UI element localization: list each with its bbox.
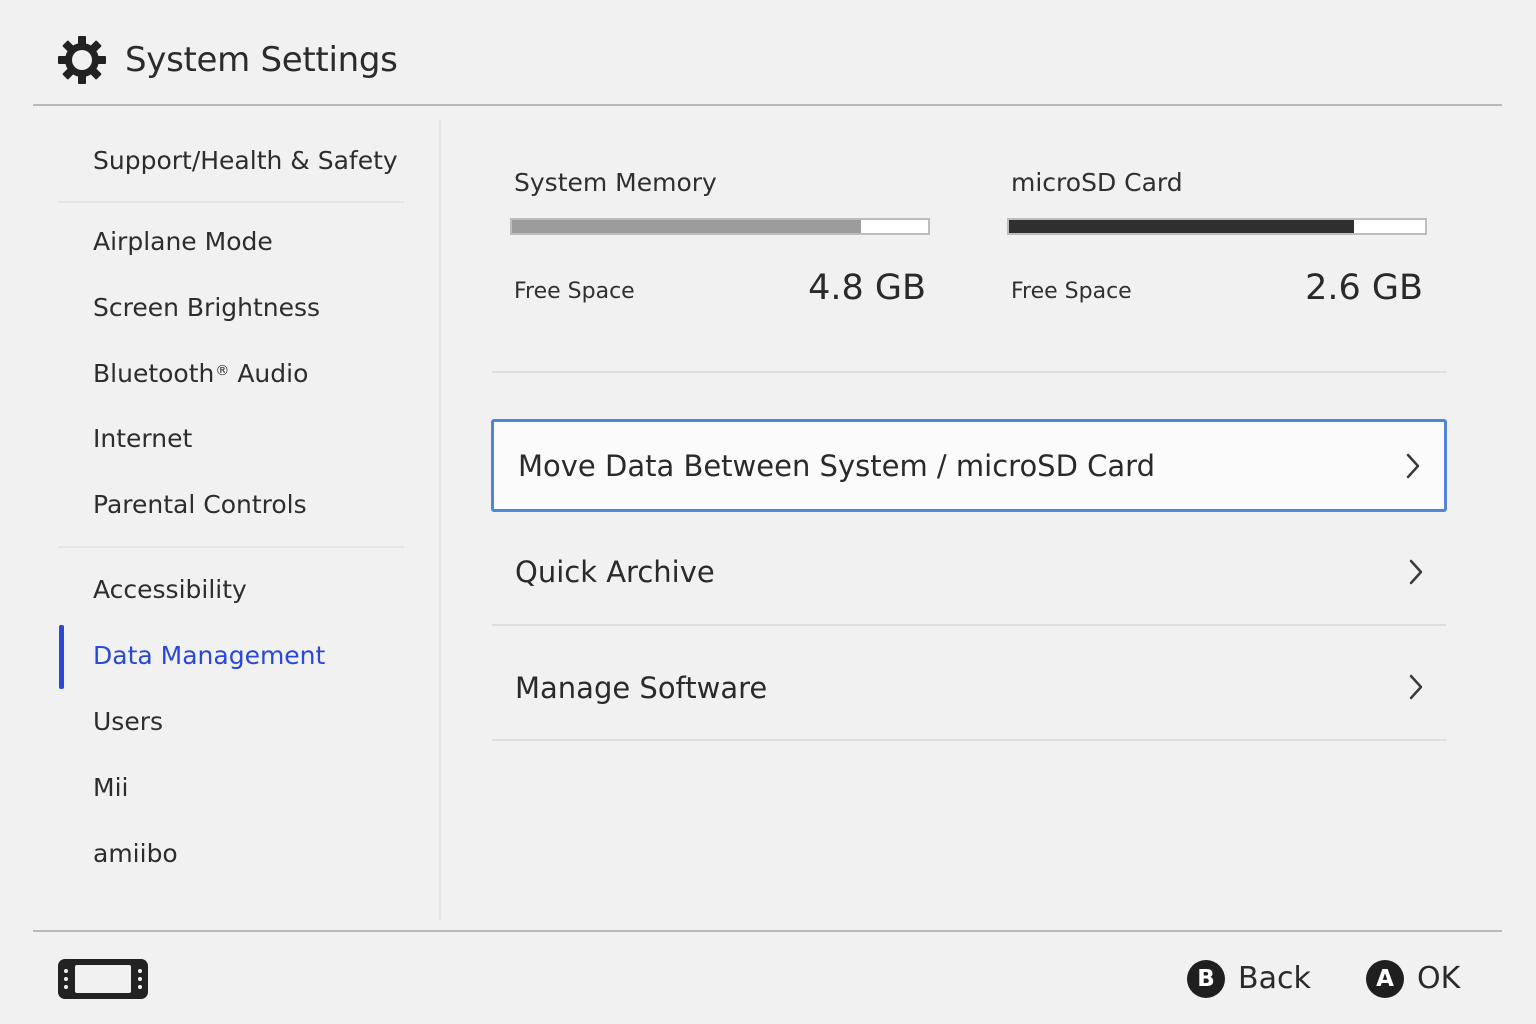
chevron-right-icon: [1409, 674, 1423, 700]
sidebar-divider: [439, 120, 441, 920]
sidebar-item-accessibility[interactable]: Accessibility: [93, 573, 247, 607]
microsd-card-label: microSD Card: [1011, 168, 1183, 197]
system-memory-free-label: Free Space: [514, 279, 635, 304]
menu-item-label: Move Data Between System / microSD Card: [518, 449, 1155, 483]
sidebar-item-airplane-mode[interactable]: Airplane Mode: [93, 225, 273, 259]
b-button-icon: B: [1187, 960, 1225, 998]
menu-item-quick-archive[interactable]: Quick Archive: [491, 514, 1447, 624]
ok-button-label: OK: [1417, 961, 1461, 996]
sidebar-item-parental-controls[interactable]: Parental Controls: [93, 488, 307, 522]
menu-item-label: Quick Archive: [515, 555, 715, 589]
row-separator: [492, 739, 1446, 741]
sidebar-item-data-management[interactable]: Data Management: [93, 639, 325, 673]
microsd-card-usage-fill: [1009, 220, 1355, 233]
chevron-right-icon: [1406, 453, 1420, 479]
microsd-card-usage-bar: [1007, 218, 1427, 235]
chevron-right-icon: [1409, 559, 1423, 585]
storage-divider: [492, 371, 1446, 373]
gear-icon: [58, 36, 106, 84]
sidebar-separator: [58, 201, 404, 203]
sidebar-item-amiibo[interactable]: amiibo: [93, 837, 178, 871]
system-memory-usage-fill: [512, 220, 862, 233]
back-button-label: Back: [1238, 961, 1311, 996]
page-title: System Settings: [125, 40, 398, 80]
back-button[interactable]: B Back: [1187, 958, 1311, 1000]
sidebar-item-label: Bluetooth: [93, 359, 215, 388]
menu-item-move-data[interactable]: Move Data Between System / microSD Card: [491, 419, 1447, 512]
menu-item-label: Manage Software: [515, 671, 768, 705]
sidebar-item-internet[interactable]: Internet: [93, 422, 192, 456]
console-icon: [58, 959, 148, 999]
sidebar-separator: [58, 546, 404, 548]
microsd-card-free-value: 2.6 GB: [1305, 268, 1423, 308]
registered-mark: ®: [215, 363, 230, 379]
sidebar-item-support-health-safety[interactable]: Support/Health & Safety: [93, 144, 398, 178]
sidebar-item-users[interactable]: Users: [93, 705, 163, 739]
system-memory-usage-bar: [510, 218, 930, 235]
system-memory-label: System Memory: [514, 168, 717, 197]
system-settings-screen: System Settings Support/Health & Safety …: [0, 0, 1536, 1024]
sidebar-item-label-suffix: Audio: [229, 359, 309, 388]
selection-indicator: [59, 625, 64, 689]
microsd-card-free-label: Free Space: [1011, 279, 1132, 304]
sidebar-item-mii[interactable]: Mii: [93, 771, 128, 805]
system-memory-free-value: 4.8 GB: [808, 268, 926, 308]
a-button-icon: A: [1366, 960, 1404, 998]
sidebar-item-screen-brightness[interactable]: Screen Brightness: [93, 291, 320, 325]
ok-button[interactable]: A OK: [1366, 958, 1460, 1000]
header: System Settings: [0, 0, 1536, 105]
footer-divider: [33, 930, 1502, 932]
menu-item-manage-software[interactable]: Manage Software: [491, 626, 1447, 739]
sidebar-item-bluetooth-audio[interactable]: Bluetooth® Audio: [93, 357, 308, 391]
